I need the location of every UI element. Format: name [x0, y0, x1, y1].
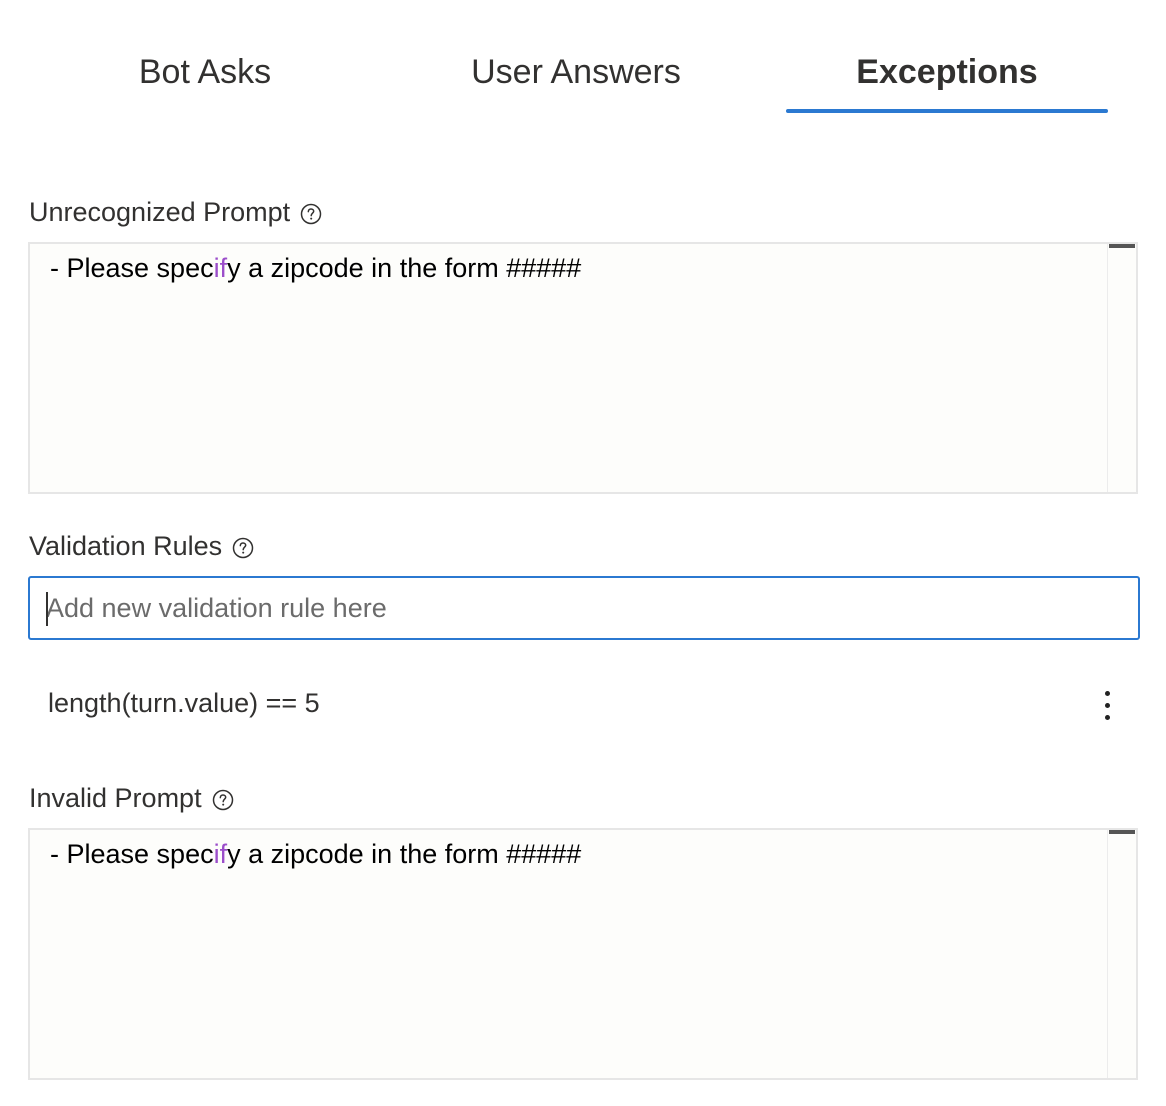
- unrecognized-prompt-editor[interactable]: - Please specify a zipcode in the form #…: [28, 242, 1138, 494]
- tab-exceptions[interactable]: Exceptions: [786, 40, 1108, 114]
- editor-line: - Please specify a zipcode in the form #…: [50, 836, 581, 872]
- validation-rule-input[interactable]: [46, 578, 1116, 638]
- tab-user-answers[interactable]: User Answers: [390, 40, 762, 114]
- line-prefix: - Please spec: [50, 839, 214, 869]
- validation-rule-item[interactable]: length(turn.value) == 5: [28, 676, 1138, 736]
- editor-scrollbar[interactable]: [1107, 830, 1136, 1078]
- line-keyword: if: [213, 253, 228, 283]
- unrecognized-prompt-label-row: Unrecognized Prompt: [29, 197, 322, 228]
- active-tab-indicator: [786, 109, 1108, 113]
- validation-rule-expression: length(turn.value) == 5: [48, 688, 320, 718]
- unrecognized-prompt-label: Unrecognized Prompt: [29, 197, 291, 227]
- more-vertical-icon[interactable]: [1096, 684, 1120, 728]
- question-circle-icon[interactable]: [232, 535, 254, 558]
- tab-bot-asks[interactable]: Bot Asks: [20, 40, 390, 114]
- line-prefix: - Please spec: [50, 253, 214, 283]
- question-circle-icon[interactable]: [300, 201, 322, 224]
- invalid-prompt-label-row: Invalid Prompt: [29, 783, 234, 814]
- scrollbar-thumb[interactable]: [1109, 244, 1135, 248]
- line-keyword: if: [213, 839, 228, 869]
- invalid-prompt-editor[interactable]: - Please specify a zipcode in the form #…: [28, 828, 1138, 1080]
- line-suffix: y a zipcode in the form #####: [227, 839, 582, 869]
- validation-rules-label: Validation Rules: [29, 531, 223, 561]
- text-caret: [46, 592, 48, 626]
- editor-line: - Please specify a zipcode in the form #…: [50, 250, 581, 286]
- scrollbar-thumb[interactable]: [1109, 830, 1135, 834]
- invalid-prompt-label: Invalid Prompt: [29, 783, 202, 813]
- validation-rules-label-row: Validation Rules: [29, 531, 254, 562]
- question-circle-icon[interactable]: [212, 787, 234, 810]
- editor-scrollbar[interactable]: [1107, 244, 1136, 492]
- validation-rule-input-box[interactable]: [28, 576, 1140, 640]
- tab-bar: Bot Asks User Answers Exceptions: [20, 40, 1128, 120]
- line-suffix: y a zipcode in the form #####: [227, 253, 582, 283]
